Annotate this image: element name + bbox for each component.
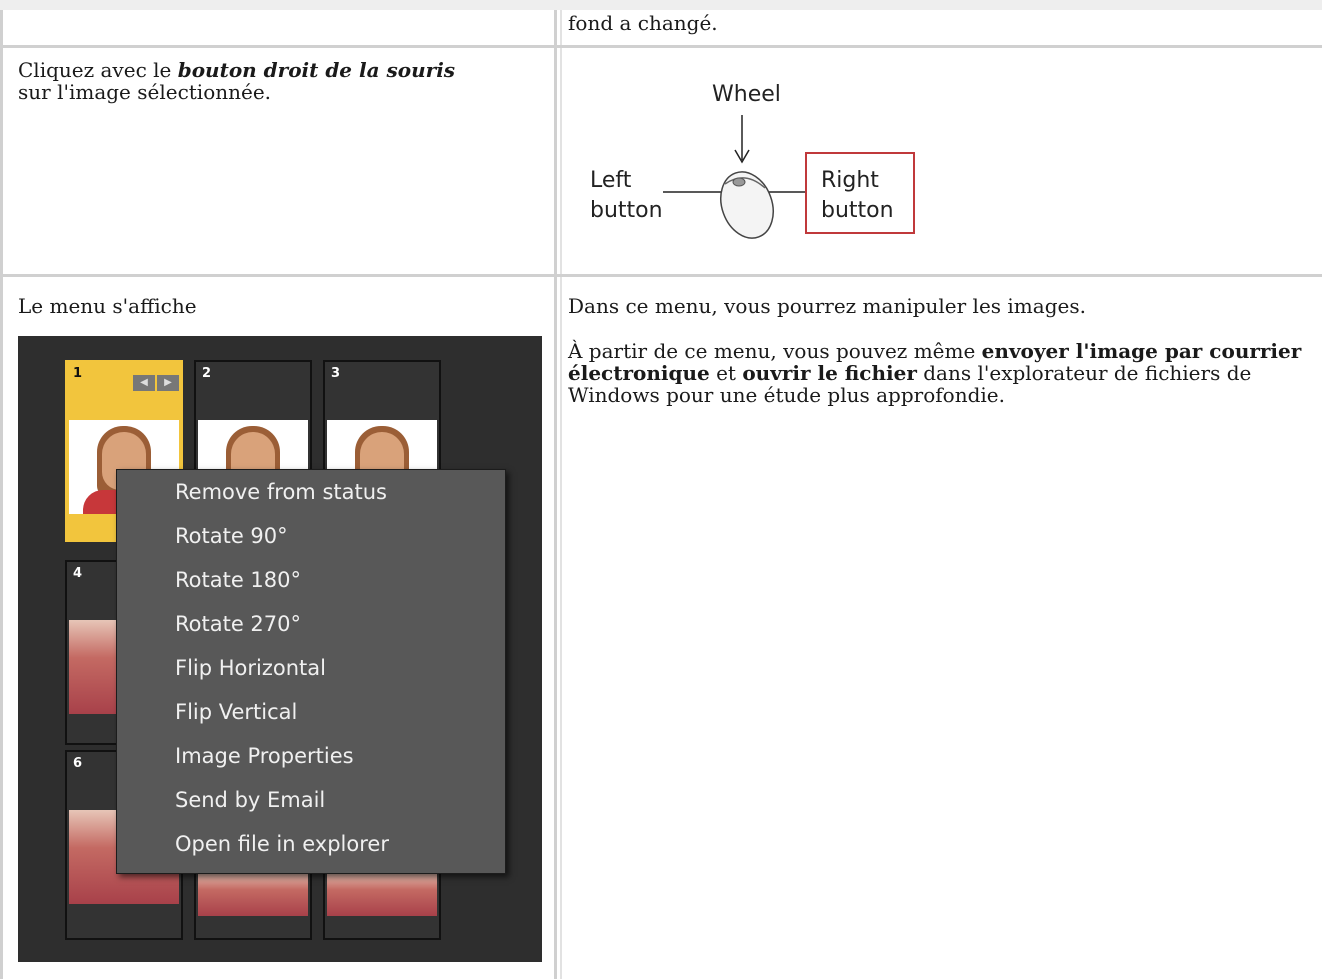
thumbnail-number: 1 xyxy=(73,366,83,381)
intraoral-photo xyxy=(198,872,308,916)
menu-open-file-in-explorer[interactable]: Open file in explorer xyxy=(175,829,389,859)
thumbnail-number: 6 xyxy=(73,756,83,771)
table-left-border xyxy=(0,10,3,979)
menu-remove-from-status[interactable]: Remove from status xyxy=(175,477,387,507)
mouse-diagram: Wheel Left button Right button xyxy=(585,80,925,250)
thumbnail-number: 2 xyxy=(202,366,212,381)
row1-text-pre: Cliquez avec le xyxy=(18,58,178,82)
row2-paragraph-1: Dans ce menu, vous pourrez manipuler les… xyxy=(568,294,1086,318)
thumbnail-number: 4 xyxy=(73,566,83,581)
row0-right-text: fond a changé. xyxy=(568,11,718,35)
p2-text-c: et xyxy=(709,361,743,385)
table-column-divider xyxy=(554,10,557,979)
mouse-icon xyxy=(663,115,805,239)
menu-rotate-270[interactable]: Rotate 270° xyxy=(175,609,301,639)
app-screenshot: 1 ◀ ▶ 2 3 4 6 Remove from status Rotate 9… xyxy=(18,336,542,962)
row2-paragraph-2: À partir de ce menu, vous pouvez même en… xyxy=(568,340,1313,406)
intraoral-photo xyxy=(327,872,437,916)
p2-text-a: À partir de ce menu, vous pouvez même xyxy=(568,339,982,363)
menu-rotate-180[interactable]: Rotate 180° xyxy=(175,565,301,595)
context-menu: Remove from status Rotate 90° Rotate 180… xyxy=(116,469,506,874)
menu-send-by-email[interactable]: Send by Email xyxy=(175,785,325,815)
row1-instruction: Cliquez avec le bouton droit de la souri… xyxy=(18,59,548,103)
p2-bold-open-file: ouvrir le fichier xyxy=(742,361,917,385)
row1-text-emph: bouton droit de la souris xyxy=(177,58,456,82)
table-row-divider xyxy=(0,274,1322,277)
menu-image-properties[interactable]: Image Properties xyxy=(175,741,354,771)
top-bar xyxy=(0,0,1322,10)
table-row-divider xyxy=(0,45,1322,48)
nav-arrows-icon[interactable]: ◀ ▶ xyxy=(133,366,181,391)
menu-rotate-90[interactable]: Rotate 90° xyxy=(175,521,288,551)
menu-flip-horizontal[interactable]: Flip Horizontal xyxy=(175,653,326,683)
menu-flip-vertical[interactable]: Flip Vertical xyxy=(175,697,297,727)
row1-text-post: sur l'image sélectionnée. xyxy=(18,80,272,104)
row2-left-text: Le menu s'affiche xyxy=(18,294,197,318)
table-column-divider-2 xyxy=(560,10,562,979)
thumbnail-number: 3 xyxy=(331,366,341,381)
